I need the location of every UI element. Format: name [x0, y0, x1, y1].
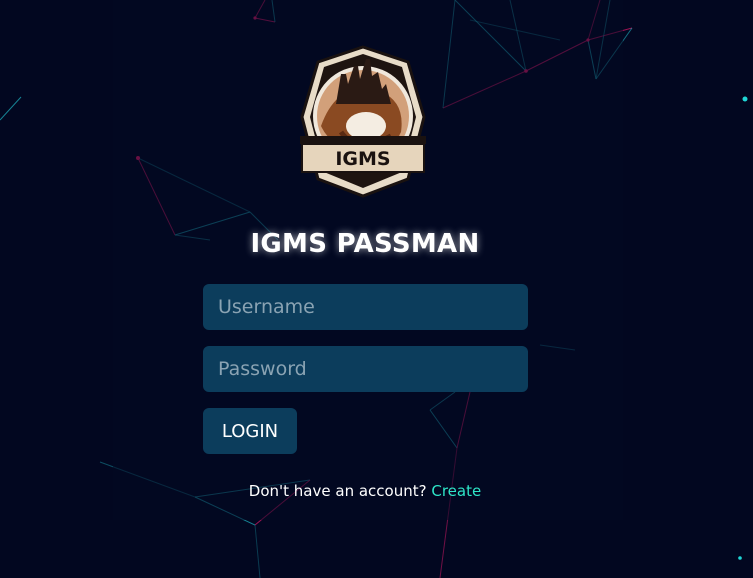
- logo-text: IGMS: [335, 148, 390, 170]
- username-input[interactable]: [203, 284, 528, 330]
- password-input[interactable]: [203, 346, 528, 392]
- page-title: IGMS PASSMAN: [250, 229, 480, 259]
- signup-text: Don't have an account?: [248, 482, 427, 500]
- login-button[interactable]: LOGIN: [203, 408, 297, 454]
- create-account-link[interactable]: Create: [431, 482, 481, 500]
- igms-logo: IGMS: [300, 45, 426, 198]
- signup-prompt: Don't have an account? Create: [0, 482, 730, 500]
